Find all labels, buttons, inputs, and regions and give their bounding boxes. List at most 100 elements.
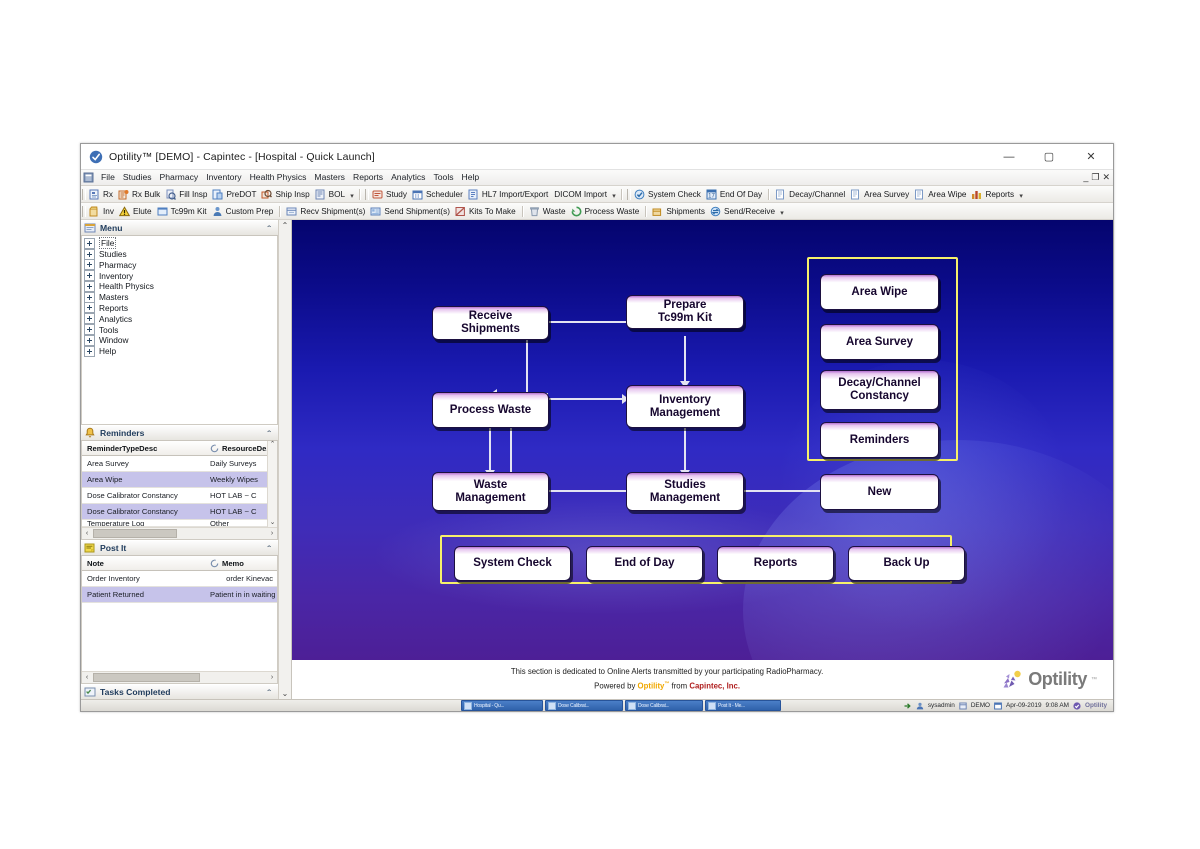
expand-icon[interactable] xyxy=(84,302,95,313)
quick-launch-button-end-of-day[interactable]: End of Day xyxy=(586,546,703,581)
postit-panel-header[interactable]: Post It ⌃ xyxy=(81,540,278,556)
column-header-remindertypedesc[interactable]: ReminderTypeDesc xyxy=(82,444,205,453)
dock-scroll-down-arrow[interactable]: ⌄ xyxy=(282,689,289,698)
tree-item-health-physics[interactable]: Health Physics xyxy=(84,281,277,292)
toolbar-button-area-wipe[interactable]: Area Wipe xyxy=(912,187,969,201)
column-header-resourcedesc[interactable]: ResourceDe... xyxy=(205,444,267,453)
toolbar-button-hl7-import-export[interactable]: HL7 Import/Export xyxy=(466,187,551,201)
toolbar-button-waste[interactable]: Waste xyxy=(527,204,569,218)
toolbar-button-recv-shipments[interactable]: Recv Shipment(s) xyxy=(284,204,368,218)
login-icon[interactable] xyxy=(904,702,912,710)
expand-icon[interactable] xyxy=(84,292,95,303)
expand-icon[interactable] xyxy=(84,335,95,346)
toolbar-button-send-receive[interactable]: Send/Receive xyxy=(708,204,778,218)
table-row[interactable]: Area Survey Daily Surveys xyxy=(82,456,267,472)
toolbar-button-reports[interactable]: Reports xyxy=(969,187,1017,201)
tree-item-file[interactable]: File xyxy=(84,238,277,249)
table-row[interactable]: Dose Calibrator Constancy HOT LAB ~ C xyxy=(82,504,267,520)
menu-item-pharmacy[interactable]: Pharmacy xyxy=(156,171,203,184)
toolbar-button-system-check[interactable]: System Check xyxy=(632,187,704,201)
reminders-horizontal-scrollbar[interactable]: ‹ › xyxy=(82,527,277,539)
toolbar-button-bol[interactable]: BOL xyxy=(313,187,348,201)
quick-launch-button-reminders[interactable]: Reminders xyxy=(820,422,939,458)
toolbar-button-decay-channel[interactable]: Decay/Channel xyxy=(773,187,848,201)
quick-launch-button-studies-management[interactable]: StudiesManagement xyxy=(626,472,744,511)
expand-icon[interactable] xyxy=(84,346,95,357)
toolbar-overflow-button[interactable]: ▾ xyxy=(610,187,618,201)
toolbar-button-shipments[interactable]: Shipments xyxy=(650,204,708,218)
mdi-restore-button[interactable]: ❐ xyxy=(1091,173,1099,182)
menu-item-file[interactable]: File xyxy=(97,171,119,184)
toolbar-button-tc99m-kit[interactable]: Tc99m Kit xyxy=(155,204,210,218)
taskbar-button-dose-calibrator-2[interactable]: Dose Calibrat... xyxy=(625,700,703,711)
scroll-up-arrow[interactable]: ⌃ xyxy=(270,441,276,449)
quick-launch-button-area-wipe[interactable]: Area Wipe xyxy=(820,274,939,310)
toolbar-button-predot[interactable]: PreDOT xyxy=(210,187,259,201)
reminders-panel-pin-button[interactable]: ⌃ xyxy=(265,429,273,438)
quick-launch-button-area-survey[interactable]: Area Survey xyxy=(820,324,939,360)
quick-launch-button-receive-shipments[interactable]: ReceiveShipments xyxy=(432,306,549,340)
expand-icon[interactable] xyxy=(84,249,95,260)
toolbar-button-rx[interactable]: Rx xyxy=(87,187,116,201)
toolbar-button-study[interactable]: Study xyxy=(370,187,410,201)
toolbar-button-custom-prep[interactable]: Custom Prep xyxy=(210,204,277,218)
toolbar-button-fill-insp[interactable]: Fill Insp xyxy=(163,187,210,201)
menu-panel-pin-button[interactable]: ⌃ xyxy=(265,224,273,233)
tree-item-analytics[interactable]: Analytics xyxy=(84,313,277,324)
dock-scroll-up-arrow[interactable]: ⌃ xyxy=(282,221,289,230)
scroll-down-arrow[interactable]: ⌄ xyxy=(270,519,276,527)
table-row[interactable]: Temperature Log Other xyxy=(82,520,267,527)
expand-icon[interactable] xyxy=(84,270,95,281)
expand-icon[interactable] xyxy=(84,324,95,335)
tree-item-window[interactable]: Window xyxy=(84,335,277,346)
expand-icon[interactable] xyxy=(84,281,95,292)
tree-item-pharmacy[interactable]: Pharmacy xyxy=(84,260,277,271)
toolbar-overflow-button[interactable]: ▾ xyxy=(1017,187,1025,201)
window-maximize-button[interactable]: ▢ xyxy=(1029,144,1069,169)
toolbar-button-dicom-import[interactable]: DICOM Import xyxy=(551,187,610,201)
reminders-panel-header[interactable]: Reminders ⌃ xyxy=(81,425,278,441)
tree-item-tools[interactable]: Tools xyxy=(84,324,277,335)
tree-item-reports[interactable]: Reports xyxy=(84,303,277,314)
menu-item-help[interactable]: Help xyxy=(458,171,484,184)
mdi-close-button[interactable]: ✕ xyxy=(1102,173,1110,182)
dock-scrollbar[interactable]: ⌃ ⌄ xyxy=(278,220,291,699)
toolbar-button-inv[interactable]: Inv xyxy=(87,204,117,218)
toolbar-button-scheduler[interactable]: Scheduler xyxy=(410,187,466,201)
menu-item-analytics[interactable]: Analytics xyxy=(387,171,429,184)
scrollbar-thumb[interactable] xyxy=(93,529,177,538)
tasks-panel-header[interactable]: Tasks Completed ⌃ xyxy=(81,684,278,699)
quick-launch-button-waste-management[interactable]: WasteManagement xyxy=(432,472,549,511)
toolbar-button-rx-bulk[interactable]: Rx Bulk xyxy=(116,187,163,201)
expand-icon[interactable] xyxy=(84,313,95,324)
taskbar-button-hospital-quick-launch[interactable]: Hospital - Qu... xyxy=(461,700,543,711)
quick-launch-button-system-check[interactable]: System Check xyxy=(454,546,571,581)
tree-item-studies[interactable]: Studies xyxy=(84,249,277,260)
scrollbar-thumb[interactable] xyxy=(93,673,200,682)
quick-launch-button-prepare-tc99m-kit[interactable]: PrepareTc99m Kit xyxy=(626,295,744,329)
postit-horizontal-scrollbar[interactable]: ‹ › xyxy=(82,671,277,683)
menu-item-health-physics[interactable]: Health Physics xyxy=(246,171,311,184)
toolbar-button-elute[interactable]: Elute xyxy=(117,204,155,218)
menu-panel-header[interactable]: Menu ⌃ xyxy=(81,220,278,236)
menu-grip-icon[interactable] xyxy=(83,172,94,183)
quick-launch-button-decay-channel-constancy[interactable]: Decay/ChannelConstancy xyxy=(820,370,939,410)
menu-item-masters[interactable]: Masters xyxy=(310,171,349,184)
window-minimize-button[interactable]: — xyxy=(989,144,1029,169)
tree-item-masters[interactable]: Masters xyxy=(84,292,277,303)
mdi-minimize-button[interactable]: _ xyxy=(1083,173,1088,182)
tree-item-inventory[interactable]: Inventory xyxy=(84,270,277,281)
scroll-right-arrow[interactable]: › xyxy=(267,674,277,681)
tasks-panel-pin-button[interactable]: ⌃ xyxy=(265,688,273,697)
expand-icon[interactable] xyxy=(84,259,95,270)
tree-item-help[interactable]: Help xyxy=(84,346,277,357)
window-close-button[interactable]: ✕ xyxy=(1069,144,1113,169)
menu-item-reports[interactable]: Reports xyxy=(349,171,387,184)
toolbar-button-area-survey[interactable]: Area Survey xyxy=(848,187,912,201)
scroll-right-arrow[interactable]: › xyxy=(267,530,277,537)
reminders-vertical-scrollbar[interactable]: ⌃ ⌄ xyxy=(267,441,277,527)
taskbar-button-postit-memo[interactable]: Post It - Me... xyxy=(705,700,781,711)
quick-launch-button-back-up[interactable]: Back Up xyxy=(848,546,965,581)
toolbar-button-end-of-day[interactable]: 17 End Of Day xyxy=(704,187,765,201)
table-row[interactable]: Area Wipe Weekly Wipes xyxy=(82,472,267,488)
